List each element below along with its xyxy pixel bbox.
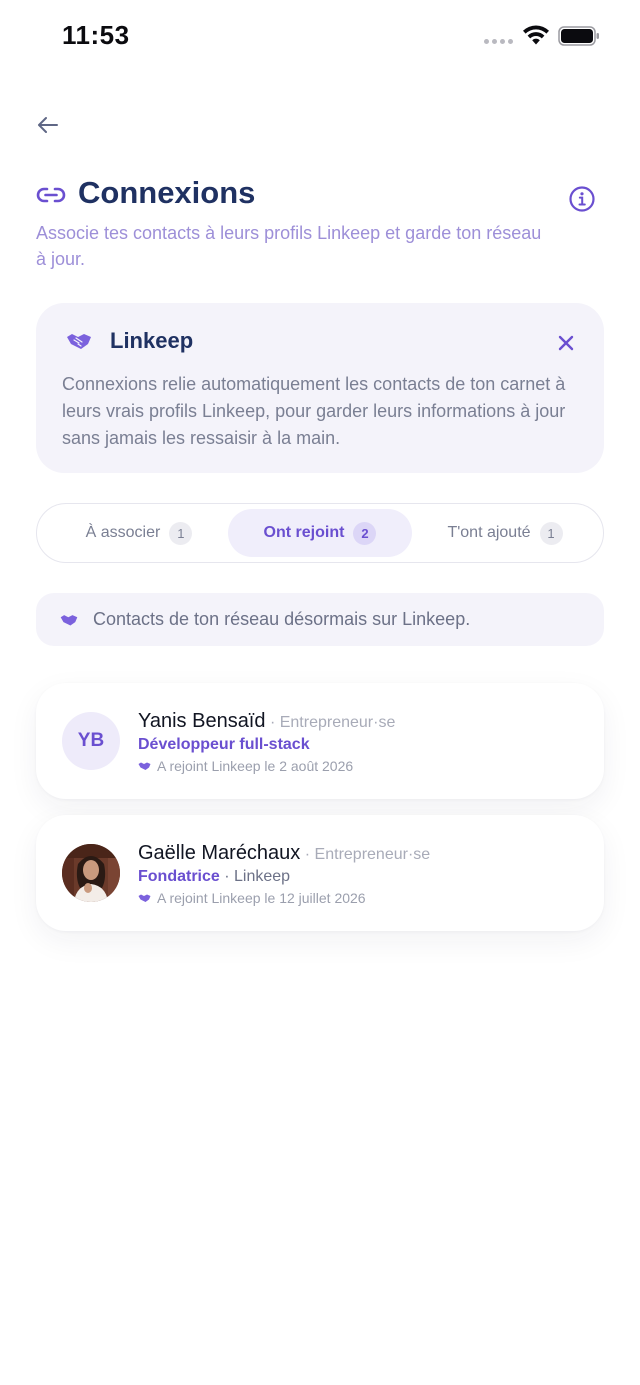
contact-job: Fondatrice · Linkeep [138, 868, 290, 886]
contact-header: Gaëlle Maréchaux · Entrepreneur·se [138, 842, 430, 865]
tab-count-badge: 1 [169, 521, 193, 545]
handshake-icon [138, 762, 151, 770]
battery-icon [558, 26, 599, 46]
status-time: 11:53 [62, 20, 130, 50]
info-circle-icon [569, 186, 595, 212]
tab-label: À associer [85, 524, 161, 541]
wifi-icon [523, 25, 549, 45]
handshake-icon [60, 615, 78, 626]
arrow-left-icon [38, 117, 58, 133]
linkeep-info-card: Linkeep Connexions relie automatiquement… [36, 303, 604, 473]
contact-name: Gaëlle Maréchaux [138, 842, 301, 864]
contact-company: · Linkeep [224, 868, 291, 885]
tab-tont-ajoute[interactable]: T'ont ajouté 1 [419, 509, 591, 557]
signal-icon [484, 39, 513, 44]
handshake-icon [138, 894, 151, 902]
separator: · [304, 846, 311, 863]
notice-text: Contacts de ton réseau désormais sur Lin… [93, 609, 471, 629]
contact-role: Entrepreneur·se [314, 846, 431, 863]
avatar-photo [62, 844, 120, 902]
contact-position: Fondatrice [138, 868, 220, 885]
back-button[interactable] [30, 110, 66, 140]
card-title: Linkeep [110, 328, 194, 353]
card-description: Connexions relie automatiquement les con… [62, 374, 566, 448]
contact-joined: A rejoint Linkeep le 2 août 2026 [138, 758, 353, 774]
close-button[interactable] [552, 329, 580, 357]
link-icon [36, 187, 66, 203]
status-bar: 11:53 [0, 0, 640, 72]
tab-notice: Contacts de ton réseau désormais sur Lin… [36, 593, 604, 646]
contact-job: Développeur full-stack [138, 736, 310, 754]
segmented-tabs: À associer 1 Ont rejoint 2 T'ont ajouté … [36, 503, 604, 563]
joined-text: A rejoint Linkeep le 12 juillet 2026 [157, 890, 366, 906]
contact-card[interactable]: YB Yanis Bensaïd · Entrepreneur·se Dével… [36, 683, 604, 799]
close-icon [558, 335, 574, 351]
tab-ont-rejoint[interactable]: Ont rejoint 2 [228, 509, 412, 557]
avatar: YB [62, 712, 120, 770]
contact-role: Entrepreneur·se [279, 714, 396, 731]
contact-card[interactable]: Gaëlle Maréchaux · Entrepreneur·se Fonda… [36, 815, 604, 931]
joined-text: A rejoint Linkeep le 2 août 2026 [157, 758, 354, 774]
page-subtitle: Associe tes contacts à leurs profils Lin… [36, 223, 542, 269]
tab-label: T'ont ajouté [447, 524, 531, 541]
handshake-icon [67, 334, 91, 349]
tab-count-badge: 2 [353, 521, 377, 545]
tab-count-badge: 1 [539, 521, 563, 545]
info-button[interactable] [568, 185, 596, 213]
separator: · [269, 714, 276, 731]
page-title: Connexions [78, 175, 256, 210]
contact-position: Développeur full-stack [138, 736, 310, 753]
tab-label: Ont rejoint [263, 524, 345, 541]
contact-joined: A rejoint Linkeep le 12 juillet 2026 [138, 890, 366, 906]
contact-header: Yanis Bensaïd · Entrepreneur·se [138, 710, 395, 733]
contact-name: Yanis Bensaïd [138, 710, 266, 732]
tab-a-associer[interactable]: À associer 1 [51, 509, 227, 557]
avatar [62, 844, 120, 902]
